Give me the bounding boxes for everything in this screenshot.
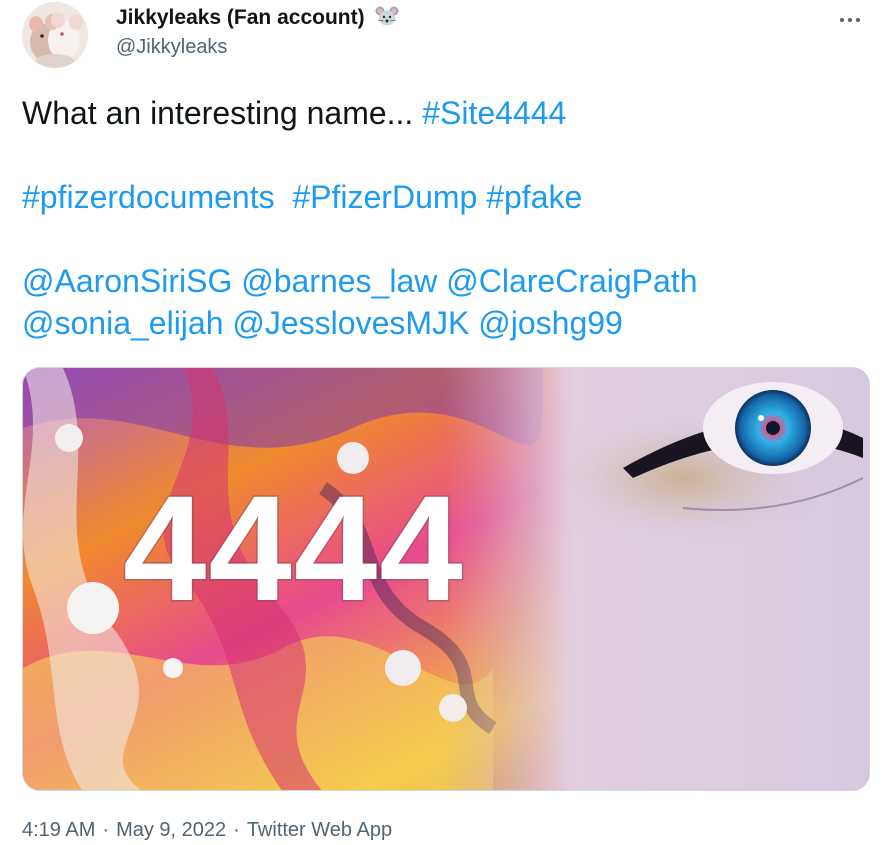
meta-separator: · — [102, 819, 110, 841]
more-button[interactable] — [830, 4, 870, 34]
hashtag-link[interactable]: #pfake — [486, 179, 582, 215]
media-artwork: 4444 — [23, 368, 869, 790]
hashtag-link[interactable]: #pfizerdocuments — [22, 179, 275, 215]
more-dots-icon — [840, 18, 844, 22]
more-dots-icon — [856, 18, 860, 22]
tweet-meta: 4:19 AM · May 9, 2022 · Twitter Web App — [22, 815, 392, 845]
tweet-time[interactable]: 4:19 AM — [22, 819, 95, 841]
mention-link[interactable]: @JesslovesMJK — [232, 305, 469, 341]
hashtag-link[interactable]: #Site4444 — [422, 95, 566, 131]
author-names: Jikkyleaks (Fan account) @Jikkyleaks — [116, 4, 399, 60]
avatar[interactable] — [22, 2, 88, 68]
tweet-header: Jikkyleaks (Fan account) @Jikkyleaks — [22, 0, 870, 80]
mention-link[interactable]: @sonia_elijah — [22, 305, 224, 341]
tweet-text: What an interesting name... #Site4444 #p… — [22, 92, 870, 344]
tweet-line: @sonia_elijah @JesslovesMJK @joshg99 — [22, 302, 870, 344]
hashtag-link[interactable]: #PfizerDump — [292, 179, 477, 215]
mice-photo — [22, 2, 88, 68]
tweet-media-image[interactable]: 4444 — [22, 367, 870, 791]
media-overlay-text: 4444 — [123, 464, 465, 632]
tweet-line: @AaronSiriSG @barnes_law @ClareCraigPath — [22, 260, 870, 302]
tweet-line: What an interesting name... #Site4444 — [22, 92, 870, 134]
more-dots-icon — [848, 18, 852, 22]
author-handle[interactable]: @Jikkyleaks — [116, 34, 399, 60]
mention-link[interactable]: @joshg99 — [478, 305, 623, 341]
mention-link[interactable]: @ClareCraigPath — [446, 263, 697, 299]
tweet-sentence: What an interesting name... — [22, 95, 423, 131]
meta-separator: · — [233, 819, 240, 841]
mention-link[interactable]: @barnes_law — [241, 263, 437, 299]
display-name[interactable]: Jikkyleaks (Fan account) — [116, 4, 365, 32]
tweet-date[interactable]: May 9, 2022 — [116, 819, 226, 841]
mouse-face-icon — [375, 5, 399, 32]
mention-link[interactable]: @AaronSiriSG — [22, 263, 232, 299]
tweet-line: #pfizerdocuments #PfizerDump #pfake — [22, 176, 870, 218]
tweet-source[interactable]: Twitter Web App — [247, 819, 392, 841]
